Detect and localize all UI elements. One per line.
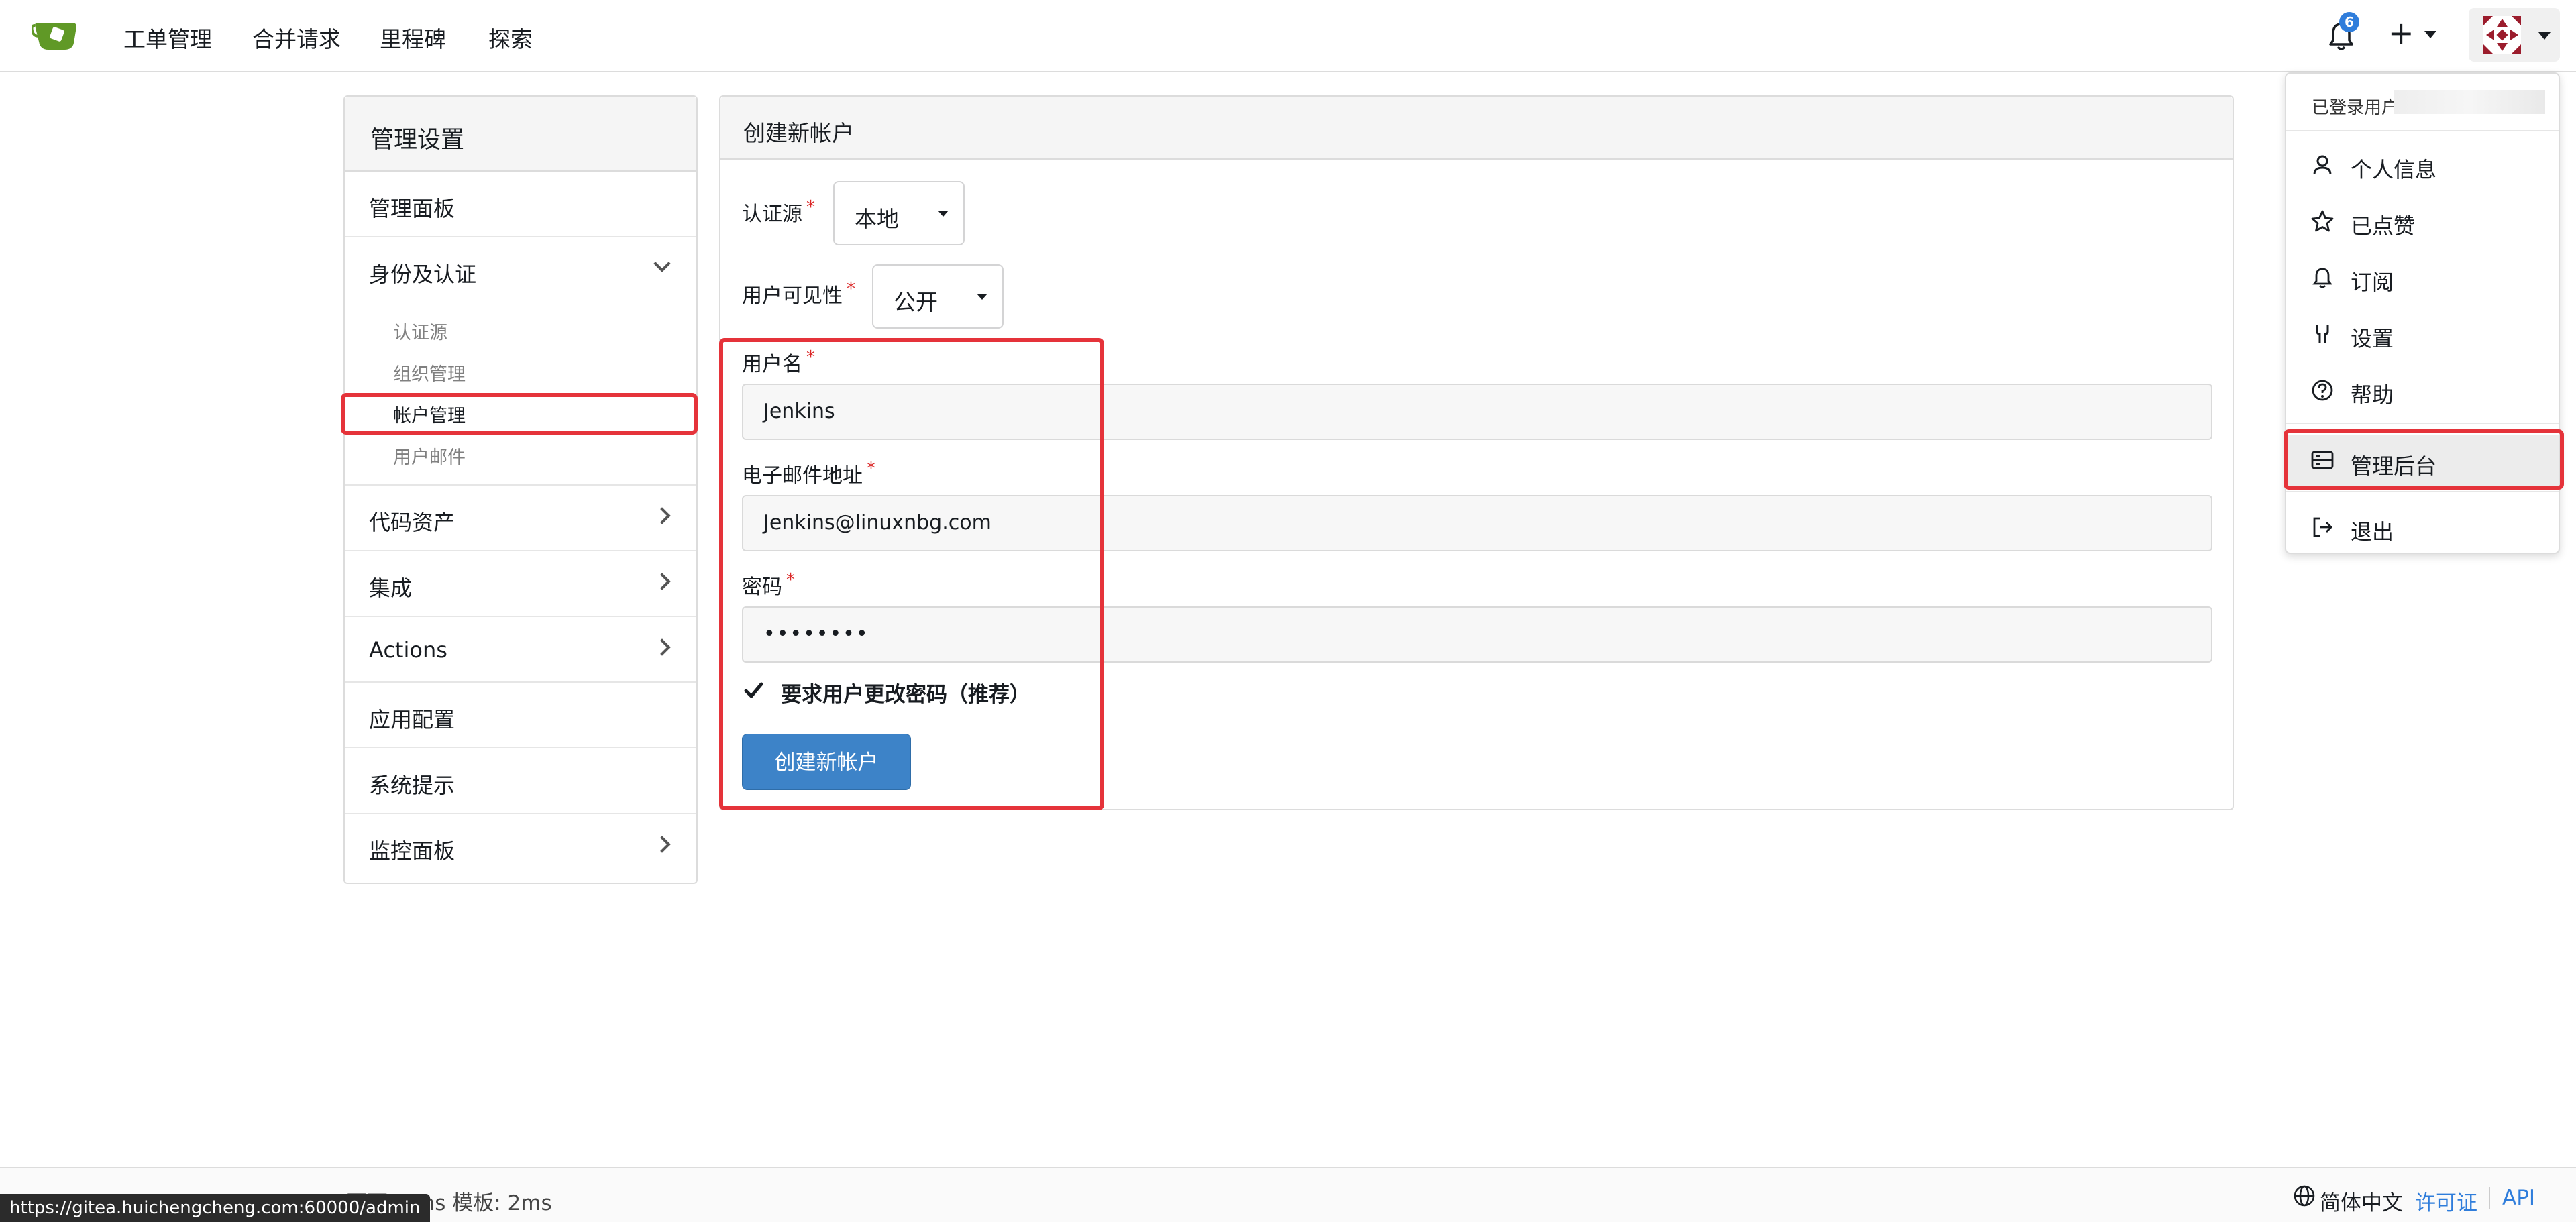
sign-out-icon	[2313, 517, 2332, 537]
person-icon	[2313, 155, 2332, 175]
tools-icon	[2316, 325, 2329, 343]
menu-item-subscriptions[interactable]: 订阅	[2286, 254, 2559, 302]
server-icon	[2311, 451, 2334, 469]
sidebar-sub-organizations[interactable]: 组织管理	[393, 359, 466, 386]
chevron-down-icon	[653, 255, 671, 272]
nav-pull-requests[interactable]: 合并请求	[252, 21, 341, 54]
sidebar-item-label: 监控面板	[369, 838, 455, 864]
sidebar-item-label: 系统提示	[369, 773, 455, 798]
star-icon	[2311, 210, 2334, 232]
sidebar-header: 管理设置	[345, 97, 696, 172]
chevron-right-icon	[653, 573, 671, 590]
menu-item-label: 设置	[2351, 326, 2394, 351]
notification-badge: 6	[2339, 12, 2359, 32]
email-label: 电子邮件地址 *	[742, 459, 875, 488]
bell-icon	[2312, 268, 2332, 288]
must-change-password-label[interactable]: 要求用户更改密码（推荐）	[781, 677, 1030, 708]
sidebar-item-label: 集成	[369, 575, 413, 601]
sidebar-item-code-assets[interactable]: 代码资产	[345, 486, 696, 551]
chevron-down-icon	[938, 211, 949, 217]
sidebar-item-label: 应用配置	[369, 707, 455, 732]
nav-issues[interactable]: 工单管理	[123, 21, 212, 54]
language-selector[interactable]: 简体中文	[2320, 1186, 2403, 1216]
plus-icon: +	[2388, 15, 2414, 51]
chevron-right-icon	[653, 638, 671, 656]
menu-item-site-admin[interactable]: 管理后台	[2286, 435, 2559, 487]
panel-header: 创建新帐户	[720, 97, 2233, 160]
menu-item-label: 订阅	[2351, 270, 2394, 295]
chevron-down-icon	[2538, 32, 2551, 40]
menu-item-settings[interactable]: 设置	[2286, 310, 2559, 358]
sidebar-title: 管理设置	[370, 127, 465, 154]
password-label: 密码 *	[742, 570, 795, 599]
auth-source-select[interactable]: 本地	[833, 181, 965, 245]
auth-source-value: 本地	[855, 206, 899, 232]
user-dropdown-menu: 已登录用户 个人信息 已点赞 订阅 设置 帮助 管理后台 退出	[2285, 72, 2560, 554]
avatar	[2483, 16, 2521, 54]
license-link[interactable]: 许可证	[2415, 1186, 2477, 1216]
sidebar-item-actions[interactable]: Actions	[345, 617, 696, 683]
chevron-right-icon	[653, 507, 671, 524]
menu-item-label: 退出	[2351, 519, 2394, 545]
menu-item-label: 已点赞	[2351, 213, 2416, 239]
username-input[interactable]: Jenkins	[742, 384, 2212, 440]
chevron-down-icon	[977, 294, 987, 300]
gitea-logo-icon[interactable]	[32, 16, 80, 54]
sidebar-item-label: 管理面板	[369, 196, 455, 221]
create-account-panel: 创建新帐户 认证源 * 本地 用户可见性 * 公开 用户名 * Jenkins 电子邮…	[719, 95, 2234, 810]
create-account-button[interactable]: 创建新帐户	[742, 734, 911, 790]
menu-item-label: 帮助	[2351, 382, 2394, 408]
sidebar-item-label: Actions	[369, 637, 447, 663]
api-link[interactable]: API	[2502, 1186, 2535, 1210]
sidebar-item-dashboard[interactable]: 管理面板	[345, 172, 696, 237]
chevron-right-icon	[653, 836, 671, 853]
sidebar-item-monitor[interactable]: 监控面板	[345, 814, 696, 880]
globe-icon	[2294, 1185, 2315, 1207]
visibility-select[interactable]: 公开	[872, 264, 1004, 329]
panel-title: 创建新帐户	[743, 120, 854, 146]
sidebar-item-notices[interactable]: 系统提示	[345, 748, 696, 814]
password-input[interactable]: ••••••••	[742, 606, 2212, 663]
sidebar-sub-accounts[interactable]: 帐户管理	[393, 401, 466, 427]
chevron-down-icon	[2424, 31, 2436, 38]
signed-in-as-label: 已登录用户	[2312, 98, 2400, 118]
menu-item-help[interactable]: 帮助	[2286, 366, 2559, 414]
menu-item-starred[interactable]: 已点赞	[2286, 197, 2559, 245]
menu-item-profile[interactable]: 个人信息	[2286, 141, 2559, 189]
admin-sidebar: 管理设置 管理面板 身份及认证 认证源 组织管理 帐户管理 用户邮件 代码资产 …	[343, 95, 698, 884]
sidebar-sub-auth-sources[interactable]: 认证源	[393, 318, 447, 344]
visibility-label: 用户可见性 *	[742, 279, 855, 308]
browser-status-url: https://gitea.huichengcheng.com:60000/ad…	[0, 1194, 430, 1222]
email-input[interactable]: Jenkins@linuxnbg.com	[742, 495, 2212, 551]
sidebar-sub-user-emails[interactable]: 用户邮件	[393, 443, 466, 469]
must-change-password-checkbox[interactable]	[741, 677, 766, 703]
nav-milestones[interactable]: 里程碑	[380, 21, 446, 54]
menu-item-label: 个人信息	[2351, 157, 2437, 182]
sidebar-item-label: 身份及认证	[369, 262, 477, 287]
nav-explore[interactable]: 探索	[488, 21, 533, 54]
menu-item-sign-out[interactable]: 退出	[2286, 503, 2559, 551]
user-menu-button[interactable]	[2469, 8, 2560, 62]
sidebar-item-label: 代码资产	[369, 510, 455, 535]
visibility-value: 公开	[894, 289, 938, 315]
menu-item-label: 管理后台	[2351, 453, 2437, 479]
sidebar-item-integrations[interactable]: 集成	[345, 551, 696, 617]
username-label: 用户名 *	[742, 347, 815, 376]
question-icon	[2312, 380, 2333, 401]
sidebar-item-config[interactable]: 应用配置	[345, 683, 696, 748]
auth-source-label: 认证源 *	[742, 197, 815, 226]
top-navbar: 工单管理 合并请求 里程碑 探索 6 +	[0, 0, 2576, 72]
username-redacted	[2394, 90, 2545, 114]
